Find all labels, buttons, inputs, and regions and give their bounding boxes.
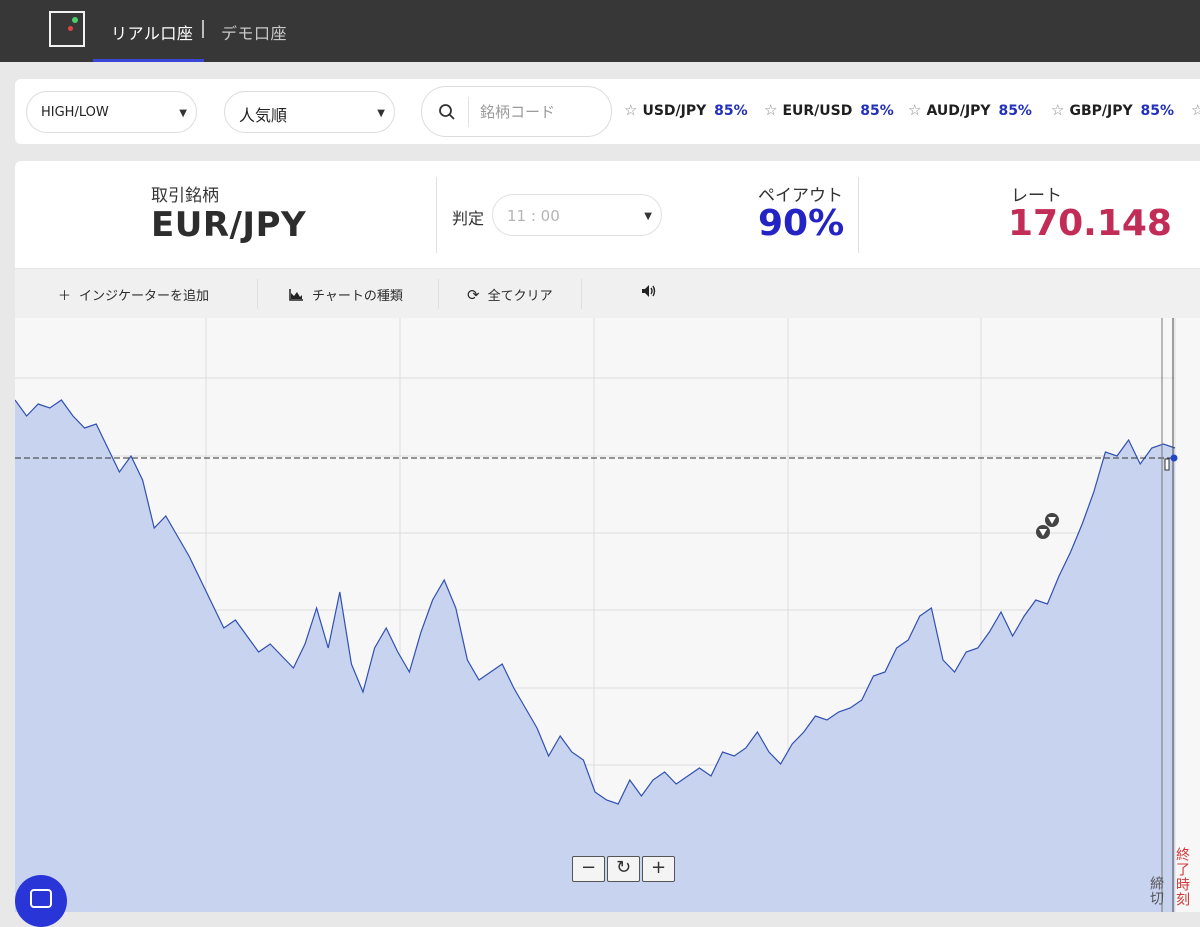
sound-toggle[interactable] [641, 284, 657, 302]
payout-value: 90% [758, 203, 845, 244]
trade-type-select[interactable]: HIGH/LOW ▼ [26, 91, 197, 133]
expiry-time-value: 11 : 00 [507, 207, 560, 225]
tab-demo-account[interactable]: デモ口座 [221, 20, 287, 44]
clear-all-label: 全てクリア [487, 289, 553, 304]
logo-dot-green [72, 17, 78, 23]
plus-icon: ＋ [58, 289, 72, 304]
rate-value: 170.148 [1008, 203, 1172, 244]
star-icon[interactable]: ☆ [908, 101, 921, 119]
top-bar: リアル口座 デモ口座 [0, 0, 1200, 62]
chart-toolbar: ＋ インジケーターを追加 チャートの種類 ⟳ 全てクリア [15, 268, 1200, 318]
favorite-payout: 85% [998, 103, 1032, 119]
reset-zoom-button[interactable]: ↻ [607, 856, 640, 882]
add-indicator-label: インジケーターを追加 [79, 289, 210, 304]
price-area [15, 400, 1175, 912]
favorite-payout: 85% [714, 103, 748, 119]
sort-order-select[interactable]: 人気順 ▼ [224, 91, 395, 133]
search-divider [468, 97, 469, 127]
expiry-label: 判定 [452, 209, 485, 228]
tab-real-account[interactable]: リアル口座 [111, 20, 193, 44]
refresh-icon: ⟳ [467, 286, 480, 304]
favorite-symbol: USD/JPY [642, 103, 707, 119]
favorite-symbol: AUD/JPY [926, 103, 991, 119]
star-icon[interactable]: ☆ [1051, 101, 1064, 119]
favorite-payout: 85% [1140, 103, 1174, 119]
asset-label: 取引銘柄 [151, 186, 219, 206]
chat-icon [30, 889, 52, 908]
favorite-usdjpy[interactable]: ☆ USD/JPY 85% [624, 101, 748, 119]
add-indicator-button[interactable]: ＋ インジケーターを追加 [58, 285, 209, 304]
expiry-time-label: 終了時刻 [1174, 847, 1190, 907]
logo-dot-red [68, 26, 73, 31]
tab-separator [202, 20, 204, 38]
favorite-eurusd[interactable]: ☆ EUR/USD 85% [764, 101, 894, 119]
price-chart[interactable] [15, 318, 1200, 912]
entry-marker-low [1045, 513, 1059, 527]
sort-order-value: 人気順 [239, 106, 288, 125]
chart-type-label: チャートの種類 [312, 289, 403, 304]
star-icon[interactable]: ☆ [764, 101, 777, 119]
favorite-symbol: EUR/USD [782, 103, 853, 119]
star-icon[interactable]: ☆ [624, 101, 637, 119]
toolbar-divider [257, 279, 258, 309]
speaker-icon [642, 285, 656, 297]
chevron-down-icon: ▼ [644, 211, 652, 222]
clear-all-button[interactable]: ⟳ 全てクリア [467, 285, 553, 304]
app-logo[interactable] [49, 11, 85, 47]
active-tab-indicator [93, 59, 204, 62]
filter-bar: HIGH/LOW ▼ 人気順 ▼ ☆ USD/JPY 85% ☆ EUR/USD 8… [15, 79, 1200, 144]
entry-marker-high [1036, 525, 1050, 539]
chevron-down-icon: ▼ [377, 108, 385, 119]
zoom-out-button[interactable]: − [572, 856, 605, 882]
deadline-label: 締切 [1148, 876, 1164, 906]
toolbar-divider [581, 279, 582, 309]
favorite-gbpjpy[interactable]: ☆ GBP/JPY 85% [1051, 101, 1174, 119]
info-divider [436, 177, 437, 253]
favorite-next[interactable]: ☆ [1191, 101, 1200, 119]
chart-type-button[interactable]: チャートの種類 [289, 285, 403, 304]
trade-info-panel: 取引銘柄 EUR/JPY 判定 11 : 00 ▼ ペイアウト 90% レート … [15, 161, 1200, 268]
expiry-select[interactable]: 11 : 00 ▼ [492, 194, 662, 236]
favorite-audjpy[interactable]: ☆ AUD/JPY 85% [908, 101, 1032, 119]
star-icon[interactable]: ☆ [1191, 101, 1200, 119]
asset-symbol: EUR/JPY [151, 205, 307, 245]
info-divider [858, 177, 859, 253]
search-icon[interactable] [438, 103, 456, 121]
search-input[interactable] [480, 100, 600, 124]
chevron-down-icon: ▼ [179, 108, 187, 119]
area-chart-icon [289, 289, 303, 301]
current-candle [1164, 458, 1170, 471]
favorite-payout: 85% [860, 103, 894, 119]
symbol-search[interactable] [421, 86, 612, 137]
favorite-symbol: GBP/JPY [1069, 103, 1133, 119]
toolbar-divider [438, 279, 439, 309]
zoom-in-button[interactable]: + [642, 856, 675, 882]
chat-support-button[interactable] [15, 875, 67, 927]
trade-type-value: HIGH/LOW [41, 105, 109, 120]
current-rate-dot [1170, 454, 1178, 462]
price-chart-canvas[interactable] [15, 318, 1200, 912]
